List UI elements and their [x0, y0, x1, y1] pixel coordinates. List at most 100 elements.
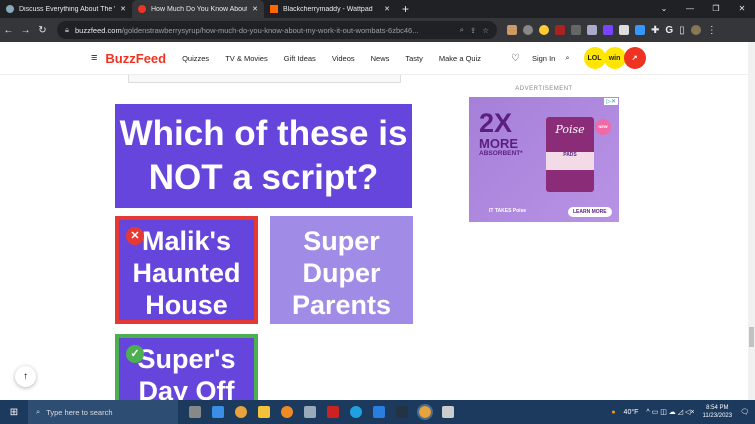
product-type: PADS: [546, 152, 594, 170]
profile-avatar[interactable]: [690, 24, 701, 35]
win-badge[interactable]: win: [603, 47, 626, 69]
address-bar[interactable]: 🔒︎ buzzfeed.com/goldenstrawberrysyrup/ho…: [57, 21, 497, 39]
tab-search-icon[interactable]: ⌄: [651, 0, 677, 18]
back-icon[interactable]: ←: [0, 25, 17, 36]
file-explorer-icon[interactable]: [258, 406, 270, 418]
ad-label: ADVERTISEMENT: [515, 86, 573, 92]
search-icon[interactable]: ⌕: [565, 53, 569, 63]
tab-title: Discuss Everything About The W: [19, 5, 116, 13]
notifications-icon[interactable]: 🗨︎: [740, 408, 749, 416]
weather-icon[interactable]: ●: [611, 409, 615, 416]
answer-text: Malik's Haunted House: [132, 226, 241, 320]
address-toolbar: ← → ↻ 🔒︎ buzzfeed.com/goldenstrawberrysy…: [0, 18, 755, 42]
zoom-icon[interactable]: ⌕: [460, 25, 464, 35]
share-icon[interactable]: ⇪: [470, 26, 476, 35]
extensions-puzzle-icon[interactable]: ✚: [651, 25, 659, 36]
extension-icon[interactable]: [603, 24, 613, 35]
url-path: /goldenstrawberrysyrup/how-much-do-you-k…: [121, 25, 419, 35]
app-icon[interactable]: [442, 406, 454, 418]
tab-favicon-icon: [6, 5, 14, 13]
reload-icon[interactable]: ↻: [34, 25, 51, 36]
minimize-button[interactable]: —: [677, 0, 703, 18]
close-tab-icon[interactable]: ✕: [384, 5, 390, 13]
previous-content-box: [128, 75, 401, 83]
extension-icon[interactable]: [571, 24, 581, 35]
mail-icon[interactable]: [212, 406, 224, 418]
heart-icon[interactable]: ♡: [511, 53, 520, 64]
search-icon: ⌕: [36, 407, 41, 416]
tab-buzzfeed[interactable]: How Much Do You Know About ✕: [132, 0, 264, 18]
close-window-button[interactable]: ✕: [729, 0, 755, 18]
answer-option[interactable]: ✕ Malik's Haunted House: [115, 216, 258, 324]
extension-icon[interactable]: [619, 24, 629, 35]
extension-icon[interactable]: [635, 24, 645, 35]
site-header: ≡ BuzzFeed Quizzes TV & Movies Gift Idea…: [0, 42, 748, 75]
extension-icon[interactable]: [523, 24, 533, 35]
nav-videos[interactable]: Videos: [332, 54, 355, 63]
sign-in-link[interactable]: Sign In: [532, 54, 555, 63]
scrollbar-thumb[interactable]: [749, 327, 754, 347]
date: 11/23/2023: [702, 413, 733, 419]
chrome-active-icon[interactable]: [417, 404, 433, 420]
windows-start-icon[interactable]: ⊞: [0, 407, 28, 418]
g-extension-icon[interactable]: G: [665, 25, 673, 36]
store-icon[interactable]: [373, 406, 385, 418]
ad-headline-3: ABSORBENT*: [479, 150, 523, 157]
extension-icon[interactable]: [507, 24, 517, 35]
hamburger-menu-icon[interactable]: ≡: [91, 52, 97, 64]
app-icon[interactable]: [281, 406, 293, 418]
tab-bar: Discuss Everything About The W ✕ How Much…: [0, 0, 755, 18]
new-tab-button[interactable]: +: [402, 2, 409, 16]
lol-badge[interactable]: LOL: [583, 47, 606, 69]
nav-gift-ideas[interactable]: Gift Ideas: [284, 54, 316, 63]
extension-icon[interactable]: [555, 24, 565, 35]
learn-more-button[interactable]: LEARN MORE: [568, 207, 612, 217]
product-image: Poise PADS: [546, 117, 594, 192]
bookmark-star-icon[interactable]: ☆: [482, 26, 489, 35]
task-view-icon[interactable]: [189, 406, 201, 418]
weather-temp[interactable]: 40°F: [624, 409, 639, 416]
close-tab-icon[interactable]: ✕: [120, 5, 126, 13]
tray-icons[interactable]: ^ ▭ ◫ ☁ ◿ ◁×: [646, 408, 694, 416]
extension-icon[interactable]: [587, 24, 597, 35]
clock[interactable]: 8:54 PM 11/23/2023: [703, 404, 733, 420]
nav-make-a-quiz[interactable]: Make a Quiz: [439, 54, 481, 63]
answer-text: Super's Day Off: [137, 344, 236, 406]
taskbar-search[interactable]: ⌕ Type here to search: [28, 400, 178, 424]
trending-badge-icon[interactable]: ↗: [623, 47, 646, 69]
nav-tv-movies[interactable]: TV & Movies: [225, 54, 268, 63]
restore-button[interactable]: ❐: [703, 0, 729, 18]
app-icon[interactable]: [396, 406, 408, 418]
ad-headline: 2X: [479, 108, 513, 138]
product-brand: Poise: [555, 123, 585, 136]
chrome-icon[interactable]: [235, 406, 247, 418]
scrollbar[interactable]: [748, 42, 755, 400]
nav-tasty[interactable]: Tasty: [405, 54, 423, 63]
time: 8:54 PM: [706, 405, 729, 411]
tab-title: Blackcherrymaddy - Wattpad: [283, 5, 373, 13]
wattpad-favicon-icon: [270, 5, 278, 13]
quiz-question: Which of these is NOT a script?: [115, 104, 412, 208]
buzzfeed-logo[interactable]: BuzzFeed: [105, 51, 166, 66]
app-icon[interactable]: [304, 406, 316, 418]
forward-icon[interactable]: →: [17, 25, 34, 36]
nav-news[interactable]: News: [371, 54, 390, 63]
tab-wattpad[interactable]: Blackcherrymaddy - Wattpad ✕: [264, 0, 396, 18]
answer-text: Super Duper Parents: [291, 226, 392, 320]
answer-option[interactable]: Super Duper Parents: [270, 216, 413, 324]
app-icon[interactable]: [327, 406, 339, 418]
menu-kebab-icon[interactable]: ⋮: [707, 25, 717, 36]
adchoices-close-icon[interactable]: ▷✕: [604, 98, 618, 105]
emoji-extension-icon[interactable]: [539, 24, 549, 35]
sidepanel-icon[interactable]: ▯: [679, 25, 685, 36]
search-placeholder: Type here to search: [46, 407, 113, 417]
new-badge: NEW: [595, 119, 611, 135]
correct-check-icon: ✓: [126, 345, 144, 363]
edge-icon[interactable]: [350, 406, 362, 418]
tab-title: How Much Do You Know About: [151, 5, 248, 13]
close-tab-icon[interactable]: ✕: [252, 5, 258, 13]
advertisement[interactable]: 2X MORE ABSORBENT* Poise PADS NEW IT TAKE…: [469, 97, 619, 222]
nav-quizzes[interactable]: Quizzes: [182, 54, 209, 63]
back-to-top-button[interactable]: ↑: [15, 366, 36, 387]
tab-discuss[interactable]: Discuss Everything About The W ✕: [0, 0, 132, 18]
